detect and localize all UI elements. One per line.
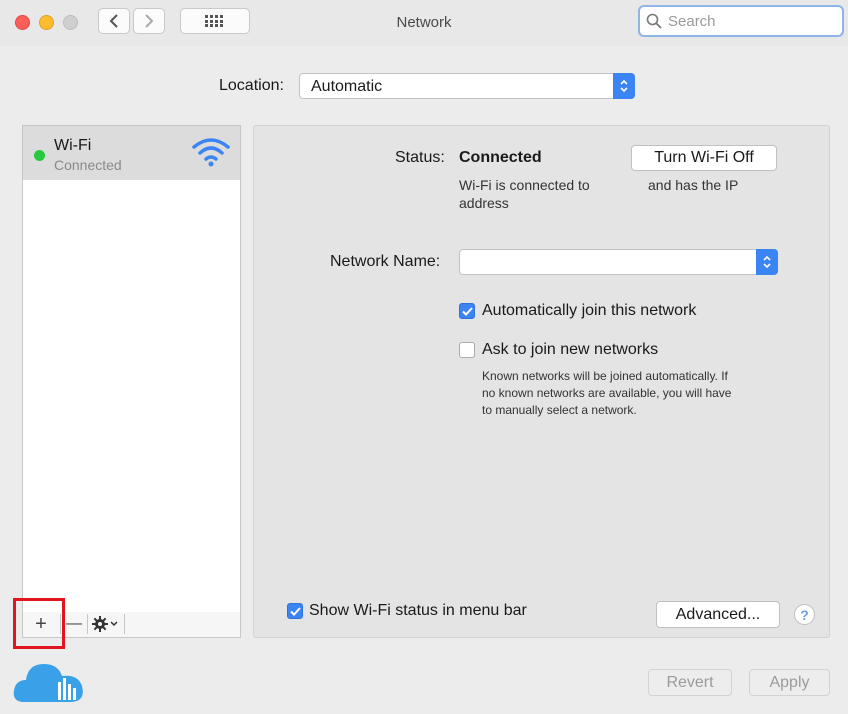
location-label: Location: — [219, 77, 284, 94]
status-description-line1: Wi-Fi is connected to — [459, 177, 590, 193]
show-status-label[interactable]: Show Wi-Fi status in menu bar — [309, 602, 527, 620]
revert-button[interactable]: Revert — [648, 669, 732, 696]
location-value: Automatic — [311, 78, 383, 95]
search-field[interactable] — [638, 5, 844, 37]
advanced-button[interactable]: Advanced... — [656, 601, 780, 628]
help-text-line2: no known networks are available, you wil… — [482, 386, 732, 400]
network-name-popup[interactable] — [459, 249, 778, 275]
status-description-line2: address — [459, 195, 509, 211]
divider — [124, 614, 125, 634]
help-text-line3: to manually select a network. — [482, 403, 637, 417]
help-text-line1: Known networks will be joined automatica… — [482, 369, 728, 383]
auto-join-checkbox[interactable] — [459, 303, 475, 319]
wifi-icon — [192, 138, 230, 167]
help-button[interactable]: ? — [794, 604, 815, 625]
action-menu-button[interactable] — [88, 612, 124, 636]
updown-arrows-icon — [756, 249, 778, 275]
network-name-label: Network Name: — [330, 253, 441, 270]
turn-wifi-off-button[interactable]: Turn Wi-Fi Off — [631, 145, 777, 171]
service-list[interactable]: Wi-Fi Connected — [22, 125, 241, 613]
checkmark-icon — [461, 306, 473, 316]
ask-join-label[interactable]: Ask to join new networks — [482, 341, 658, 359]
cloud-logo-icon — [13, 664, 83, 702]
search-input[interactable] — [666, 11, 830, 31]
show-status-checkbox[interactable] — [287, 603, 303, 619]
location-popup[interactable]: Automatic — [299, 73, 635, 99]
ask-join-checkbox[interactable] — [459, 342, 475, 358]
search-icon — [646, 13, 662, 29]
status-value: Connected — [459, 149, 542, 166]
highlight-box — [13, 598, 65, 649]
updown-arrows-icon — [613, 73, 635, 99]
sidebar-item-wifi[interactable]: Wi-Fi Connected — [23, 126, 240, 180]
sidebar-item-name: Wi-Fi — [54, 137, 92, 154]
sidebar-item-status: Connected — [54, 157, 122, 173]
status-label: Status: — [395, 149, 445, 166]
auto-join-label[interactable]: Automatically join this network — [482, 302, 696, 320]
checkmark-icon — [289, 606, 301, 616]
status-description-right: and has the IP — [648, 177, 739, 193]
apply-button[interactable]: Apply — [749, 669, 830, 696]
status-dot — [34, 150, 45, 161]
gear-icon — [92, 616, 118, 632]
